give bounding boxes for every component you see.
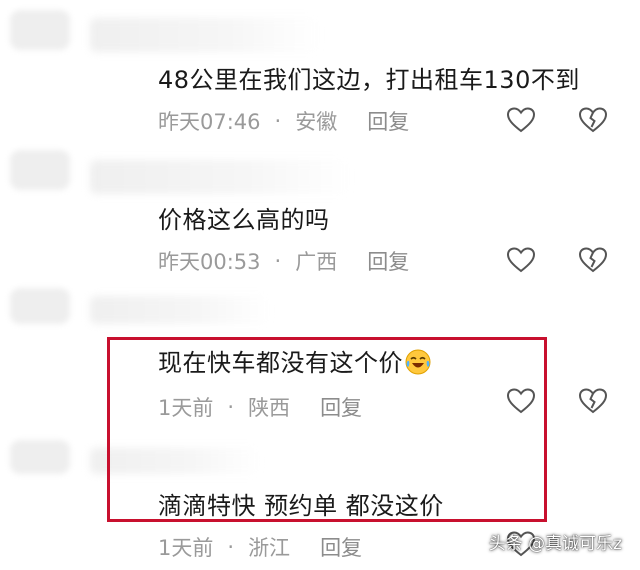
like-heart-icon[interactable]	[506, 387, 536, 415]
blurred-username	[90, 448, 260, 474]
comment-time: 1天前	[158, 536, 214, 560]
comment-meta: 1天前 · 浙江 回复	[158, 532, 362, 562]
comment-text: 48公里在我们这边，打出租车130不到	[158, 66, 580, 94]
meta-separator: ·	[274, 109, 282, 133]
comment-text: 现在快车都没有这个价	[158, 343, 431, 378]
blurred-avatar	[10, 440, 70, 474]
like-heart-icon[interactable]	[506, 246, 536, 274]
dislike-broken-heart-icon[interactable]	[578, 106, 608, 134]
comment-meta: 昨天00:53 · 广西 回复	[158, 246, 409, 276]
comment-time: 1天前	[158, 396, 214, 420]
comment-meta: 昨天07:46 · 安徽 回复	[158, 106, 409, 136]
comment-text-content: 现在快车都没有这个价	[158, 349, 403, 377]
comment-location: 广西	[295, 250, 338, 274]
blurred-username	[90, 160, 350, 194]
meta-separator: ·	[227, 535, 235, 559]
comment-meta: 1天前 · 陕西 回复	[158, 392, 362, 422]
reply-button[interactable]: 回复	[320, 532, 362, 562]
laughing-crying-emoji-icon	[405, 349, 431, 375]
meta-separator: ·	[227, 395, 235, 419]
reply-button[interactable]: 回复	[367, 246, 409, 276]
like-heart-icon[interactable]	[506, 106, 536, 134]
blurred-avatar	[10, 10, 70, 50]
comment-location: 安徽	[295, 110, 338, 134]
dislike-broken-heart-icon[interactable]	[578, 387, 608, 415]
dislike-broken-heart-icon[interactable]	[578, 246, 608, 274]
reply-button[interactable]: 回复	[320, 392, 362, 422]
comment-location: 陕西	[248, 396, 291, 420]
blurred-username	[90, 296, 270, 324]
comment-time: 昨天07:46	[158, 110, 261, 134]
comment-time: 昨天00:53	[158, 250, 261, 274]
meta-separator: ·	[274, 249, 282, 273]
blurred-avatar	[10, 288, 70, 324]
comment-text: 滴滴特快 预约单 都没这价	[158, 492, 444, 520]
blurred-avatar	[10, 150, 70, 190]
watermark: 头条 @真诚可乐z	[488, 534, 622, 554]
comment-location: 浙江	[248, 536, 291, 560]
reply-button[interactable]: 回复	[367, 106, 409, 136]
blurred-username	[90, 18, 320, 52]
comment-text: 价格这么高的吗	[158, 206, 330, 234]
